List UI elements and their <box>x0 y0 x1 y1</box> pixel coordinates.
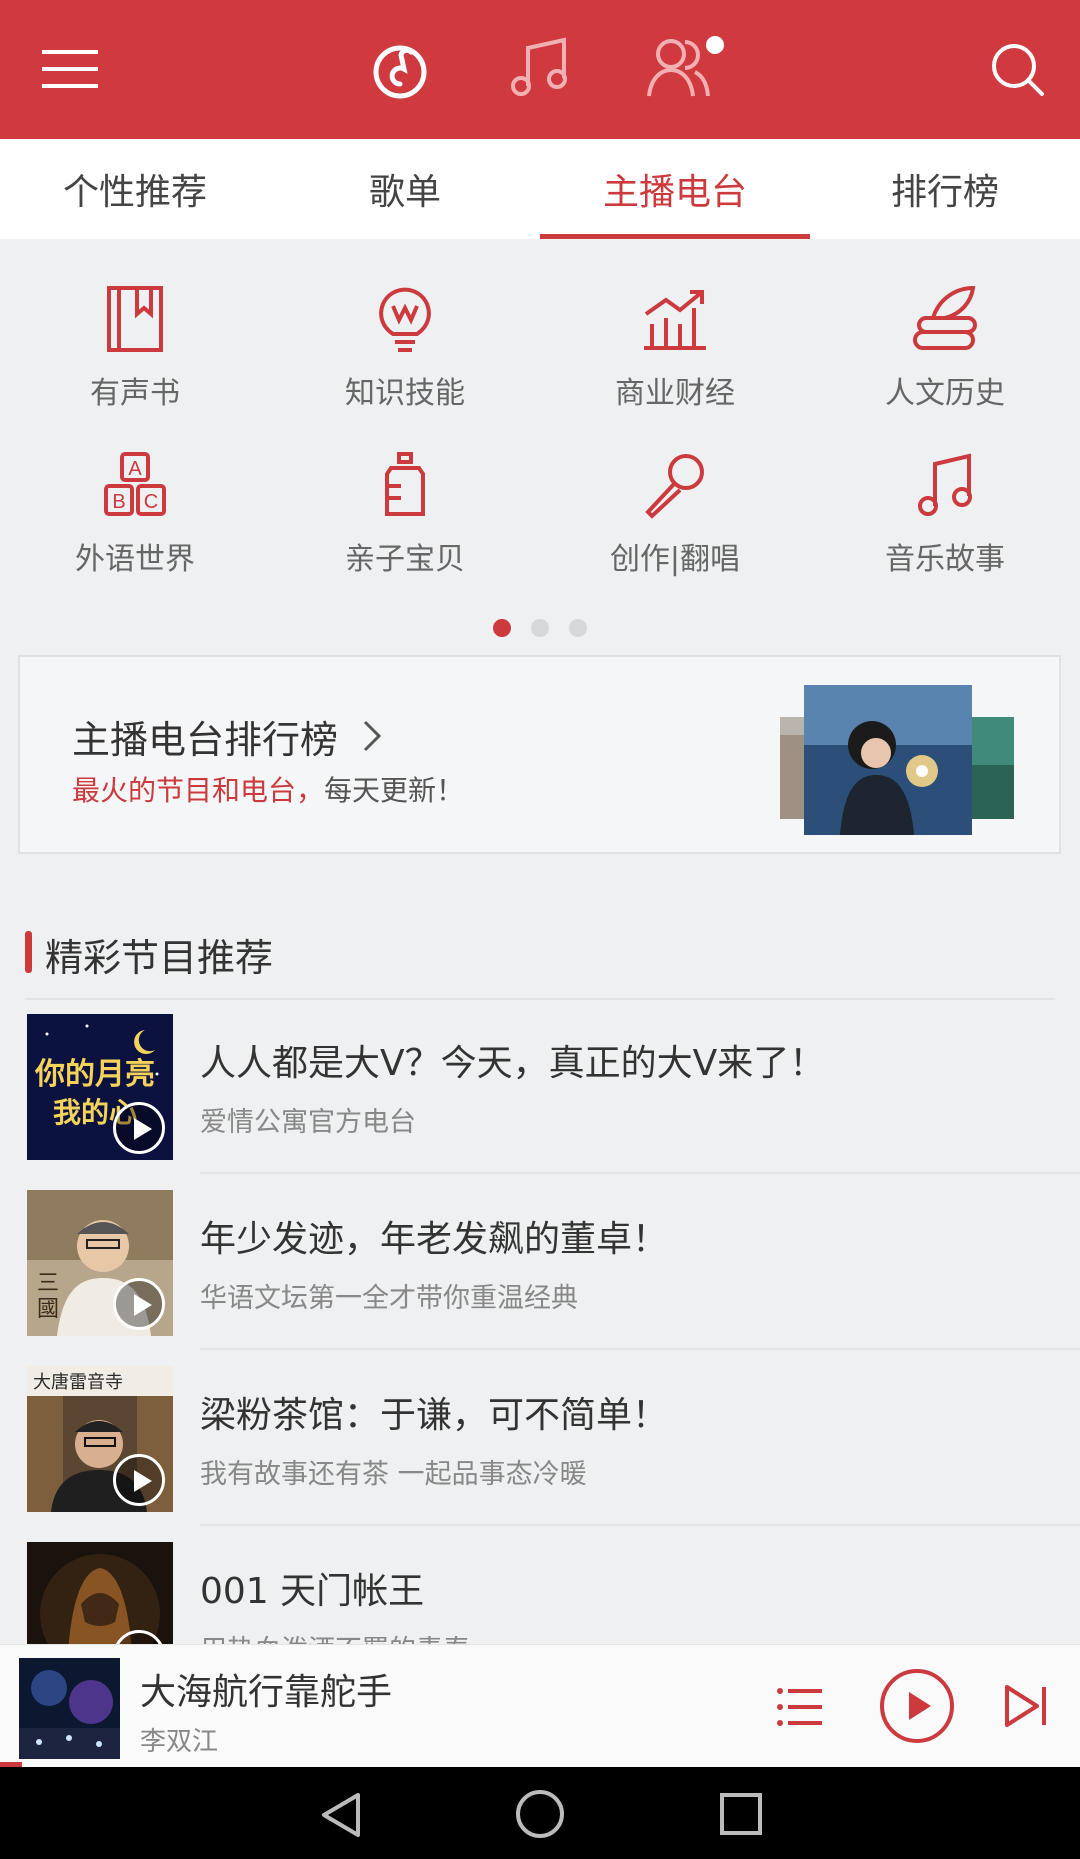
svg-text:A: A <box>128 458 142 480</box>
program-title: 梁粉茶馆：于谦，可不简单！ <box>200 1395 669 1436</box>
program-subtitle: 我有故事还有茶 一起品事态冷暖 <box>200 1459 587 1490</box>
back-icon[interactable] <box>318 1791 364 1839</box>
rank-subtitle-highlight: 最火的节目和电台， <box>72 774 325 807</box>
rank-banner-title: 主播电台排行榜 <box>72 718 339 762</box>
program-subtitle: 华语文坛第一全才带你重温经典 <box>200 1283 578 1314</box>
category-kids[interactable]: 亲子宝贝 <box>270 450 540 578</box>
page-indicator <box>0 619 1080 637</box>
baby-bottle-icon <box>385 452 425 516</box>
program-cover-text: 三 <box>37 1271 59 1296</box>
program-cover-text: 你的月亮 <box>34 1057 155 1092</box>
play-icon[interactable] <box>113 1102 165 1154</box>
netease-cloud-logo-icon[interactable] <box>370 38 430 102</box>
page-dot[interactable] <box>569 619 587 637</box>
tab-recommend[interactable]: 个性推荐 <box>0 139 270 239</box>
program-thumbnail: 三 國 <box>27 1190 173 1336</box>
radio-rank-banner[interactable]: 主播电台排行榜 最火的节目和电台，每天更新！ <box>18 655 1061 854</box>
program-thumbnail: 大唐雷音寺 <box>27 1366 173 1512</box>
abc-blocks-icon: A B C <box>104 452 166 516</box>
play-icon[interactable] <box>113 1278 165 1330</box>
svg-text:C: C <box>144 491 158 513</box>
program-item[interactable]: 你的月亮 我的心 人人都是大V？今天，真正的大V来了！ 爱情公寓官方电台 <box>0 998 1080 1174</box>
page-dot[interactable] <box>493 619 511 637</box>
recents-icon[interactable] <box>718 1791 764 1837</box>
microphone-icon <box>645 454 704 519</box>
next-track-icon[interactable] <box>1004 1683 1048 1729</box>
rank-banner-cover-stack <box>780 685 1014 835</box>
menu-icon[interactable] <box>42 48 98 90</box>
tab-radio[interactable]: 主播电台 <box>540 139 810 239</box>
category-tabs: 个性推荐 歌单 主播电台 排行榜 <box>0 139 1080 239</box>
category-label: 创作|翻唱 <box>609 542 741 577</box>
play-icon[interactable] <box>113 1454 165 1506</box>
program-item[interactable]: 大唐雷音寺 梁粉茶馆：于谦，可不简单！ 我有故事还有茶 一起品事态冷暖 <box>0 1350 1080 1526</box>
program-title: 人人都是大V？今天，真正的大V来了！ <box>200 1043 826 1084</box>
program-cover-text: 國 <box>37 1297 59 1322</box>
quill-books-icon <box>913 285 977 350</box>
now-playing-title: 大海航行靠舵手 <box>140 1672 393 1713</box>
system-nav-bar <box>0 1767 1080 1859</box>
category-label: 知识技能 <box>345 376 465 411</box>
category-history[interactable]: 人文历史 <box>810 284 1080 412</box>
program-cover-text: 大唐雷音寺 <box>33 1372 123 1393</box>
chart-icon <box>644 290 706 350</box>
category-label: 商业财经 <box>615 376 735 411</box>
now-playing-artist: 李双江 <box>140 1727 219 1757</box>
category-audiobook[interactable]: 有声书 <box>0 284 270 412</box>
rank-subtitle-rest: 每天更新！ <box>324 774 465 807</box>
category-languages[interactable]: A B C 外语世界 <box>0 450 270 578</box>
book-icon <box>107 286 163 352</box>
lightbulb-icon <box>379 287 431 352</box>
music-note-icon <box>918 453 972 516</box>
section-title: 精彩节目推荐 <box>45 936 274 980</box>
program-thumbnail: 你的月亮 我的心 <box>27 1014 173 1160</box>
section-marker <box>25 931 32 973</box>
now-playing-cover-art <box>19 1658 120 1759</box>
program-title: 001 天门帐王 <box>200 1571 425 1612</box>
friends-icon[interactable] <box>645 32 725 100</box>
playlist-icon[interactable] <box>776 1685 824 1729</box>
category-knowledge[interactable]: 知识技能 <box>270 284 540 412</box>
category-business[interactable]: 商业财经 <box>540 284 810 412</box>
category-label: 有声书 <box>90 376 180 411</box>
program-title: 年少发迹，年老发飙的董卓！ <box>200 1219 669 1260</box>
music-note-icon[interactable] <box>508 36 572 100</box>
now-playing-cover <box>19 1658 120 1759</box>
program-subtitle: 爱情公寓官方电台 <box>200 1107 416 1138</box>
category-cover[interactable]: 创作|翻唱 <box>540 450 810 578</box>
category-music-story[interactable]: 音乐故事 <box>810 450 1080 578</box>
mini-player[interactable]: 大海航行靠舵手 李双江 <box>0 1644 1080 1767</box>
page-dot[interactable] <box>531 619 549 637</box>
tab-playlists[interactable]: 歌单 <box>270 139 540 239</box>
program-item[interactable]: 三 國 年少发迹，年老发飙的董卓！ 华语文坛第一全才带你重温经典 <box>0 1174 1080 1350</box>
category-label: 音乐故事 <box>885 542 1005 577</box>
play-icon[interactable] <box>878 1667 956 1745</box>
category-label: 人文历史 <box>885 376 1005 411</box>
home-icon[interactable] <box>515 1789 565 1839</box>
tab-charts[interactable]: 排行榜 <box>810 139 1080 239</box>
chevron-right-icon <box>363 720 382 752</box>
top-bar <box>0 0 1080 139</box>
category-label: 外语世界 <box>75 542 195 577</box>
rank-banner-subtitle: 最火的节目和电台，每天更新！ <box>72 769 464 809</box>
search-icon[interactable] <box>990 42 1046 98</box>
svg-text:B: B <box>112 491 125 513</box>
category-label: 亲子宝贝 <box>345 542 465 577</box>
